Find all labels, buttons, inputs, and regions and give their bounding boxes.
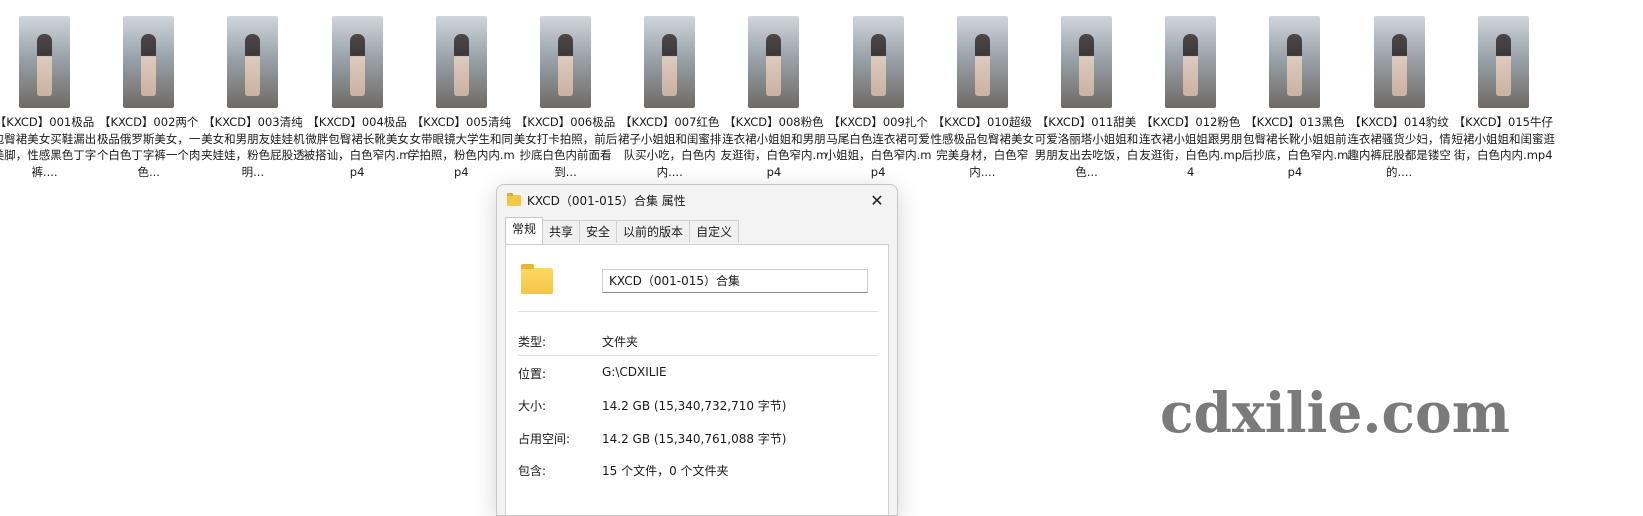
thumbnail-figure bbox=[870, 34, 886, 96]
size-value: 14.2 GB (15,340,732,710 字节) bbox=[602, 399, 787, 413]
folder-large-icon bbox=[521, 264, 553, 294]
file-name[interactable]: 【KXCD】008粉色连衣裙小姐姐和男朋友逛街，白色窄内.mp4 bbox=[719, 114, 828, 180]
watermark-text: cdxilie.com bbox=[1160, 380, 1510, 445]
video-thumbnail[interactable] bbox=[19, 16, 70, 108]
size-on-disk-label: 占用空间: bbox=[518, 432, 571, 446]
file-name[interactable]: 【KXCD】009扎个马尾白色连衣裙可爱小姐姐，白色窄内.mp4 bbox=[824, 114, 933, 180]
file-item[interactable]: 【KXCD】013黑色包臀裙长靴小姐姐前后抄底，白色窄内.mp4 bbox=[1240, 16, 1349, 180]
thumbnail-figure bbox=[1079, 34, 1094, 96]
file-grid: 【KXCD】001极品包臀裙美女买鞋漏出美脚，性感黑色丁字裤.... 【KXCD】… bbox=[0, 16, 1643, 179]
file-item[interactable]: 【KXCD】002两个极品俄罗斯美女，一个白色丁字裤一个肉色... bbox=[94, 16, 203, 180]
thumbnail-figure bbox=[1391, 34, 1407, 96]
type-label: 类型: bbox=[518, 335, 547, 349]
tab-sharing[interactable]: 共享 bbox=[542, 220, 581, 243]
tab-customize[interactable]: 自定义 bbox=[689, 220, 740, 243]
file-item[interactable]: 【KXCD】009扎个马尾白色连衣裙可爱小姐姐，白色窄内.mp4 bbox=[824, 16, 933, 180]
general-panel: 类型: 文件夹 位置: G:\CDXILIE 大小: 14.2 GB (15,3… bbox=[505, 244, 889, 515]
video-thumbnail[interactable] bbox=[852, 16, 904, 108]
file-item[interactable]: 【KXCD】005清纯女带眼镜大学生和同学拍照，粉色内内.mp4 bbox=[407, 16, 516, 180]
tab-security[interactable]: 安全 bbox=[579, 220, 618, 243]
file-name[interactable]: 【KXCD】001极品包臀裙美女买鞋漏出美脚，性感黑色丁字裤.... bbox=[0, 114, 99, 180]
thumbnail-figure bbox=[662, 34, 678, 96]
file-name[interactable]: 【KXCD】004极品微胖包臀裙长靴美女被搭讪，白色窄内.mp4 bbox=[303, 114, 412, 180]
thumbnail-figure bbox=[974, 34, 990, 96]
file-name[interactable]: 【KXCD】003清纯美女和男朋友娃娃机夹娃娃，粉色屁股透明... bbox=[198, 114, 307, 180]
location-value: G:\CDXILIE bbox=[602, 365, 667, 379]
file-item[interactable]: 【KXCD】008粉色连衣裙小姐姐和男朋友逛街，白色窄内.mp4 bbox=[719, 16, 828, 180]
video-thumbnail[interactable] bbox=[748, 16, 800, 108]
file-name[interactable]: 【KXCD】007红色裙子小姐姐和闺蜜排队买小吃，白色内内.... bbox=[615, 114, 724, 180]
properties-dialog: KXCD（001-015）合集 属性 ✕ 常规 共享 安全 以前的版本 自定义 … bbox=[496, 184, 898, 516]
tab-previous-versions[interactable]: 以前的版本 bbox=[616, 220, 691, 243]
file-name[interactable]: 【KXCD】015牛仔短裙小姐姐和闺蜜逛街，白色内内.mp4 bbox=[1449, 114, 1558, 164]
dialog-title: KXCD（001-015）合集 属性 bbox=[527, 193, 686, 208]
thumbnail-figure bbox=[349, 34, 365, 96]
video-thumbnail[interactable] bbox=[1269, 16, 1321, 108]
dialog-titlebar[interactable]: KXCD（001-015）合集 属性 ✕ bbox=[497, 185, 897, 215]
contains-label: 包含: bbox=[518, 464, 547, 478]
thumbnail-figure bbox=[453, 34, 469, 96]
file-item[interactable]: 【KXCD】006极品美女打卡拍照，前后抄底白色内前面看到... bbox=[511, 16, 620, 180]
size-on-disk-value: 14.2 GB (15,340,761,088 字节) bbox=[602, 432, 787, 446]
thumbnail-figure bbox=[766, 34, 782, 96]
video-thumbnail[interactable] bbox=[540, 16, 591, 108]
file-item[interactable]: 【KXCD】004极品微胖包臀裙长靴美女被搭讪，白色窄内.mp4 bbox=[303, 16, 412, 180]
file-name[interactable]: 【KXCD】002两个极品俄罗斯美女，一个白色丁字裤一个肉色... bbox=[94, 114, 203, 180]
thumbnail-figure bbox=[37, 34, 52, 96]
file-item[interactable]: 【KXCD】012粉色连衣裙小姐姐跟男朋友逛街，白色内.mp4 bbox=[1136, 16, 1245, 180]
video-thumbnail[interactable] bbox=[956, 16, 1008, 108]
divider bbox=[518, 355, 878, 356]
size-label: 大小: bbox=[518, 399, 547, 413]
file-name[interactable]: 【KXCD】006极品美女打卡拍照，前后抄底白色内前面看到... bbox=[511, 114, 620, 180]
file-name[interactable]: 【KXCD】011甜美可爱洛丽塔小姐姐和男朋友出去吃饭，白色... bbox=[1032, 114, 1141, 180]
file-name[interactable]: 【KXCD】014豹纹连衣裙骚货少妇，情趣内裤屁股都是镂空的.... bbox=[1345, 114, 1454, 180]
video-thumbnail[interactable] bbox=[435, 16, 487, 108]
file-name[interactable]: 【KXCD】013黑色包臀裙长靴小姐姐前后抄底，白色窄内.mp4 bbox=[1240, 114, 1349, 180]
folder-name-input[interactable] bbox=[602, 269, 868, 293]
thumbnail-figure bbox=[558, 34, 573, 96]
close-button[interactable]: ✕ bbox=[857, 185, 897, 215]
video-thumbnail[interactable] bbox=[123, 16, 175, 108]
file-item[interactable]: 【KXCD】011甜美可爱洛丽塔小姐姐和男朋友出去吃饭，白色... bbox=[1032, 16, 1141, 180]
file-item[interactable]: 【KXCD】001极品包臀裙美女买鞋漏出美脚，性感黑色丁字裤.... bbox=[0, 16, 99, 180]
tab-bar: 常规 共享 安全 以前的版本 自定义 bbox=[497, 217, 897, 244]
video-thumbnail[interactable] bbox=[227, 16, 279, 108]
video-thumbnail[interactable] bbox=[1477, 16, 1529, 108]
thumbnail-figure bbox=[1183, 34, 1199, 96]
file-name[interactable]: 【KXCD】005清纯女带眼镜大学生和同学拍照，粉色内内.mp4 bbox=[407, 114, 516, 180]
file-name[interactable]: 【KXCD】012粉色连衣裙小姐姐跟男朋友逛街，白色内.mp4 bbox=[1136, 114, 1245, 180]
folder-icon bbox=[507, 192, 521, 206]
file-item[interactable]: 【KXCD】003清纯美女和男朋友娃娃机夹娃娃，粉色屁股透明... bbox=[198, 16, 307, 180]
video-thumbnail[interactable] bbox=[644, 16, 696, 108]
divider bbox=[518, 311, 878, 312]
file-name[interactable]: 【KXCD】010超级性感极品包臀裙美女完美身材，白色窄内.... bbox=[928, 114, 1037, 180]
thumbnail-figure bbox=[141, 34, 157, 96]
video-thumbnail[interactable] bbox=[1165, 16, 1217, 108]
file-item[interactable]: 【KXCD】014豹纹连衣裙骚货少妇，情趣内裤屁股都是镂空的.... bbox=[1345, 16, 1454, 180]
file-item[interactable]: 【KXCD】015牛仔短裙小姐姐和闺蜜逛街，白色内内.mp4 bbox=[1449, 16, 1558, 164]
thumbnail-figure bbox=[1495, 34, 1511, 96]
thumbnail-figure bbox=[245, 34, 261, 96]
tab-general[interactable]: 常规 bbox=[505, 217, 544, 244]
file-item[interactable]: 【KXCD】010超级性感极品包臀裙美女完美身材，白色窄内.... bbox=[928, 16, 1037, 180]
video-thumbnail[interactable] bbox=[1061, 16, 1112, 108]
video-thumbnail[interactable] bbox=[331, 16, 383, 108]
contains-value: 15 个文件，0 个文件夹 bbox=[602, 464, 729, 478]
thumbnail-figure bbox=[1287, 34, 1303, 96]
type-value: 文件夹 bbox=[602, 335, 639, 349]
file-item[interactable]: 【KXCD】007红色裙子小姐姐和闺蜜排队买小吃，白色内内.... bbox=[615, 16, 724, 180]
video-thumbnail[interactable] bbox=[1373, 16, 1425, 108]
location-label: 位置: bbox=[518, 367, 547, 381]
